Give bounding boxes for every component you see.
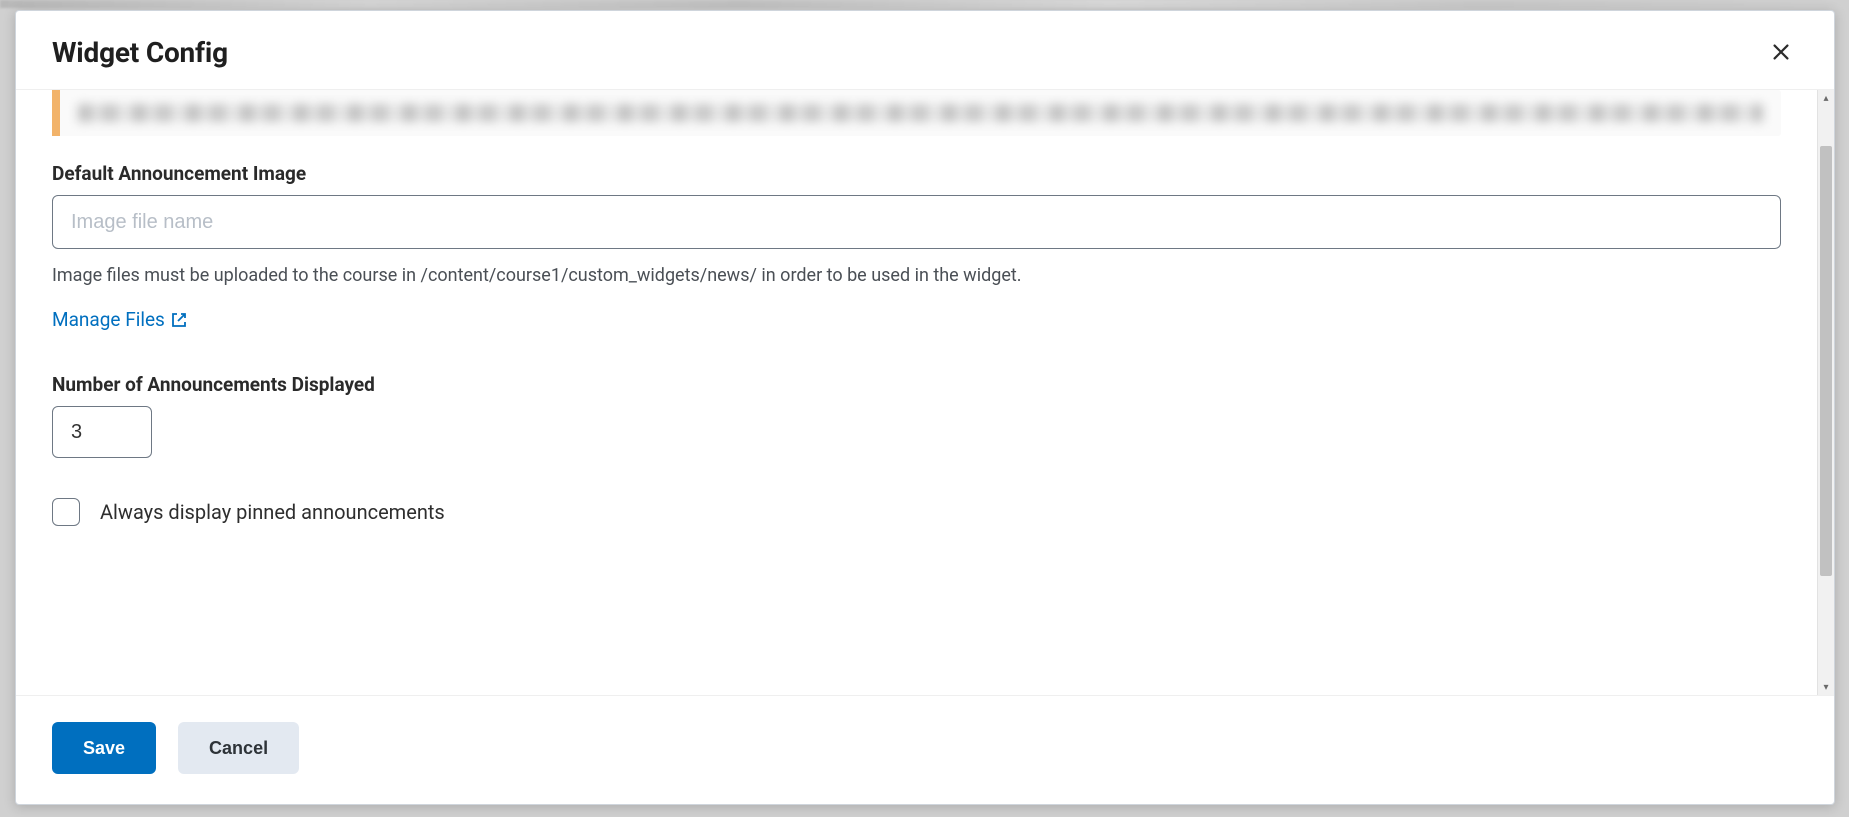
default-image-input[interactable]	[52, 195, 1781, 249]
manage-files-link[interactable]: Manage Files	[52, 308, 187, 331]
always-pinned-label: Always display pinned announcements	[100, 500, 445, 524]
num-announcements-input[interactable]	[52, 406, 152, 458]
cancel-button[interactable]: Cancel	[178, 722, 299, 774]
background-blur-bar	[0, 0, 1849, 8]
num-announcements-section: Number of Announcements Displayed	[52, 373, 1781, 458]
scroll-up-arrow-icon[interactable]: ▴	[1818, 90, 1834, 106]
default-image-label: Default Announcement Image	[52, 162, 1781, 185]
vertical-scrollbar[interactable]: ▴ ▾	[1817, 90, 1834, 695]
dialog-header: Widget Config	[16, 11, 1834, 90]
manage-files-row: Manage Files	[52, 308, 1781, 331]
scroll-down-arrow-icon[interactable]: ▾	[1818, 679, 1834, 695]
scrollbar-thumb[interactable]	[1820, 146, 1832, 576]
external-link-icon	[171, 312, 187, 328]
redacted-text	[78, 104, 1763, 122]
widget-config-dialog: Widget Config Default Announcement Image…	[15, 10, 1835, 805]
dialog-body: Default Announcement Image Image files m…	[16, 90, 1817, 695]
always-pinned-row: Always display pinned announcements	[52, 498, 1781, 526]
save-button[interactable]: Save	[52, 722, 156, 774]
num-announcements-label: Number of Announcements Displayed	[52, 373, 1781, 396]
default-image-help: Image files must be uploaded to the cour…	[52, 263, 1781, 288]
warning-notice	[52, 90, 1781, 136]
close-icon	[1770, 41, 1792, 63]
dialog-title: Widget Config	[52, 36, 228, 69]
dialog-body-wrap: Default Announcement Image Image files m…	[16, 90, 1834, 695]
always-pinned-checkbox[interactable]	[52, 498, 80, 526]
dialog-footer: Save Cancel	[16, 695, 1834, 804]
manage-files-link-text: Manage Files	[52, 308, 165, 331]
close-button[interactable]	[1764, 35, 1798, 69]
